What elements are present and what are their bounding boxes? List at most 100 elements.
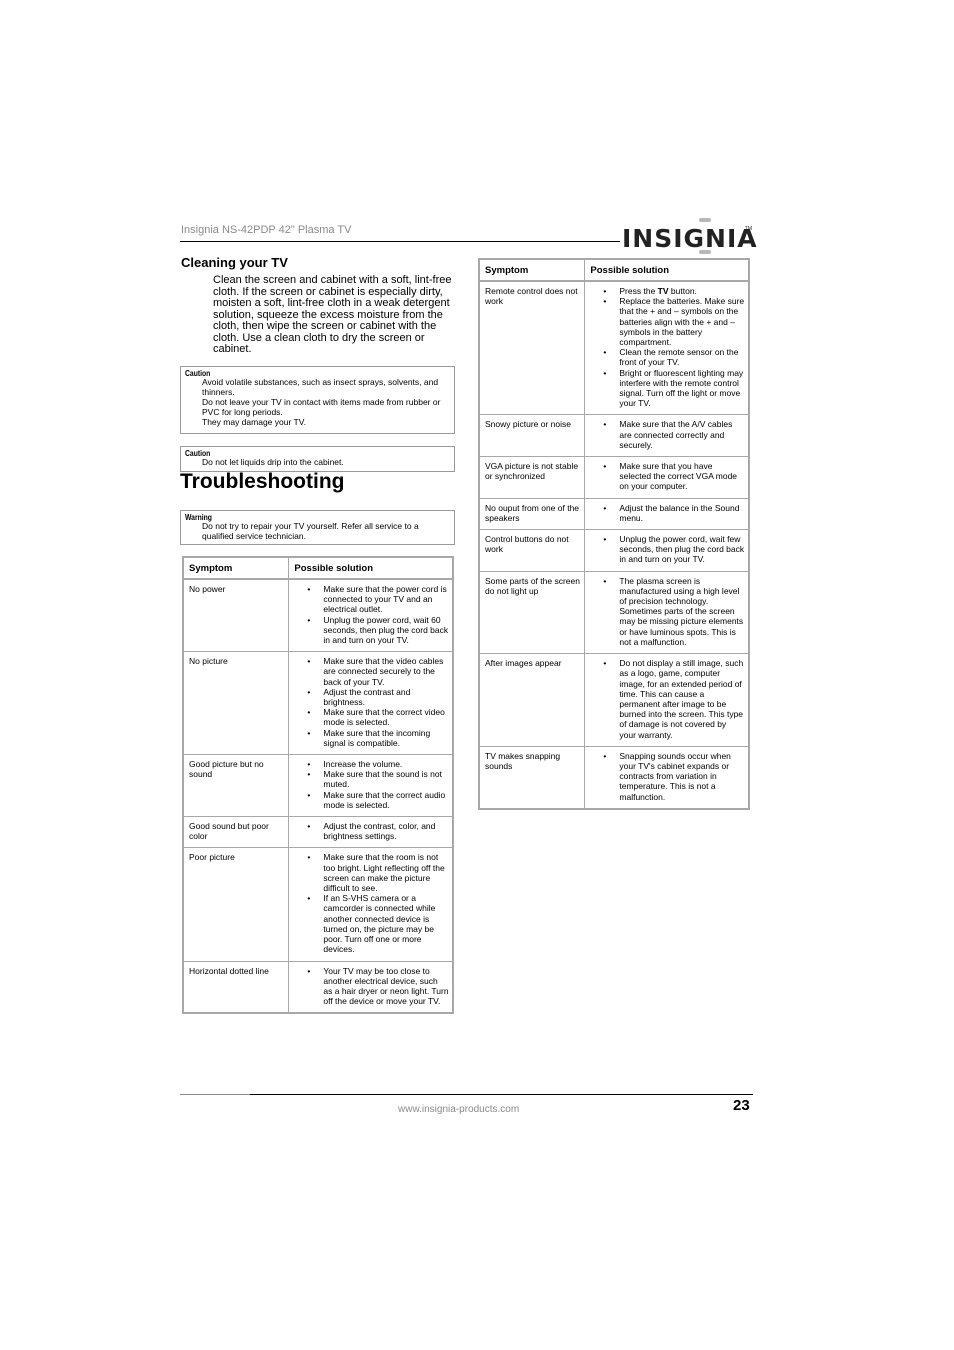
table-row: Remote control does not workPress the TV… bbox=[478, 280, 750, 416]
column-header-symptom: Symptom bbox=[478, 258, 586, 282]
solution-list: Your TV may be too close to another elec… bbox=[294, 966, 449, 1007]
solution-list: Unplug the power cord, wait few seconds,… bbox=[590, 534, 745, 565]
solution-item: Make sure that the A/V cables are connec… bbox=[603, 419, 745, 450]
solution-item: Bright or fluorescent lighting may inter… bbox=[603, 368, 745, 409]
solution-item: Replace the batteries. Make sure that th… bbox=[603, 296, 745, 347]
table-body: Remote control does not workPress the TV… bbox=[478, 280, 750, 810]
symptom-cell: Control buttons do not work bbox=[478, 529, 586, 572]
solution-list: Do not display a still image, such as a … bbox=[590, 658, 745, 740]
table-row: Control buttons do not work Unplug the po… bbox=[478, 529, 750, 572]
solution-list: The plasma screen is manufactured using … bbox=[590, 576, 745, 647]
solution-item: Make sure that the correct audio mode is… bbox=[307, 790, 449, 810]
solution-cell: Increase the volume.Make sure that the s… bbox=[288, 754, 454, 818]
solution-item: If an S-VHS camera or a camcorder is con… bbox=[307, 893, 449, 954]
solution-list: Make sure that the video cables are conn… bbox=[294, 656, 449, 748]
table-row: Snowy picture or noise Make sure that the… bbox=[478, 414, 750, 458]
solution-list: Press the TV button.Replace the batterie… bbox=[590, 286, 745, 408]
solution-cell: Snapping sounds occur when your TV's cab… bbox=[584, 745, 750, 810]
page-number: 23 bbox=[733, 1097, 750, 1114]
solution-item: Unplug the power cord, wait few seconds,… bbox=[603, 534, 745, 565]
logo-accent-top bbox=[699, 218, 711, 222]
warning-note-repair: Warning Do not try to repair your TV you… bbox=[180, 510, 455, 545]
solution-item: Adjust the contrast, color, and brightne… bbox=[307, 821, 449, 841]
solution-item: Make sure that the power cord is connect… bbox=[307, 584, 449, 615]
symptom-cell: Poor picture bbox=[182, 847, 290, 962]
solution-item: Make sure that the video cables are conn… bbox=[307, 656, 449, 687]
solution-item: Adjust the balance in the Sound menu. bbox=[603, 503, 745, 523]
solution-item: Make sure that the incoming signal is co… bbox=[307, 728, 449, 748]
table-row: No power Make sure that the power cord is… bbox=[182, 578, 454, 653]
note-label: Caution bbox=[185, 449, 211, 458]
cleaning-heading: Cleaning your TV bbox=[181, 255, 288, 270]
solution-item: The plasma screen is manufactured using … bbox=[603, 576, 745, 647]
note-line: They may damage your TV. bbox=[202, 417, 306, 427]
table-row: VGA picture is not stable or synchronize… bbox=[478, 456, 750, 499]
symptom-cell: Horizontal dotted line bbox=[182, 960, 290, 1014]
cleaning-paragraph: Clean the screen and cabinet with a soft… bbox=[213, 274, 452, 355]
solution-cell: Do not display a still image, such as a … bbox=[584, 653, 750, 747]
column-header-symptom: Symptom bbox=[182, 556, 290, 580]
symptom-cell: Good sound but poor color bbox=[182, 816, 290, 849]
troubleshooting-table-right: Symptom Possible solution Remote control… bbox=[478, 258, 750, 810]
caution-note-volatile: Caution Avoid volatile substances, such … bbox=[180, 366, 455, 434]
solution-item: Your TV may be too close to another elec… bbox=[307, 966, 449, 1007]
solution-list: Make sure that the room is not too brigh… bbox=[294, 852, 449, 954]
logo-accent-bottom bbox=[699, 250, 711, 254]
table-row: No ouput from one of the speakers Adjust … bbox=[478, 497, 750, 531]
solution-item: Snapping sounds occur when your TV's cab… bbox=[603, 751, 745, 802]
table-body: No power Make sure that the power cord is… bbox=[182, 578, 454, 1014]
solution-list: Adjust the contrast, color, and brightne… bbox=[294, 821, 449, 841]
symptom-cell: Remote control does not work bbox=[478, 280, 586, 416]
solution-cell: Press the TV button.Replace the batterie… bbox=[584, 280, 750, 416]
table-row: After images appearDo not display a stil… bbox=[478, 653, 750, 747]
solution-cell: Unplug the power cord, wait few seconds,… bbox=[584, 529, 750, 572]
solution-item: Make sure that the correct video mode is… bbox=[307, 707, 449, 727]
logo-wordmark: INSIGNIA bbox=[622, 224, 758, 253]
solution-cell: Make sure that you have selected the cor… bbox=[584, 456, 750, 499]
table-row: TV makes snapping sounds Snapping sounds … bbox=[478, 745, 750, 810]
symptom-cell: No ouput from one of the speakers bbox=[478, 497, 586, 531]
symptom-cell: Snowy picture or noise bbox=[478, 414, 586, 458]
symptom-cell: After images appear bbox=[478, 653, 586, 747]
table-header-row: Symptom Possible solution bbox=[478, 258, 750, 282]
solution-item: Make sure that the sound is not muted. bbox=[307, 769, 449, 789]
note-line: Avoid volatile substances, such as insec… bbox=[202, 377, 439, 397]
tv-button-name: TV bbox=[657, 286, 669, 296]
symptom-cell: No picture bbox=[182, 651, 290, 756]
solution-item: Make sure that the room is not too brigh… bbox=[307, 852, 449, 893]
column-header-solution: Possible solution bbox=[584, 258, 750, 282]
solution-cell: Make sure that the power cord is connect… bbox=[288, 578, 454, 653]
troubleshooting-table-left: Symptom Possible solution No power Make s… bbox=[182, 556, 454, 1015]
running-header-title: Insignia NS-42PDP 42" Plasma TV bbox=[181, 224, 352, 236]
solution-list: Increase the volume.Make sure that the s… bbox=[294, 759, 449, 810]
solution-cell: Make sure that the video cables are conn… bbox=[288, 651, 454, 756]
solution-list: Make sure that you have selected the cor… bbox=[590, 461, 745, 492]
table-row: Some parts of the screen do not light up… bbox=[478, 570, 750, 655]
symptom-cell: Good picture but no sound bbox=[182, 754, 290, 818]
symptom-cell: Some parts of the screen do not light up bbox=[478, 570, 586, 655]
solution-item: Make sure that you have selected the cor… bbox=[603, 461, 745, 492]
symptom-cell: No power bbox=[182, 578, 290, 653]
solution-item: Clean the remote sensor on the front of … bbox=[603, 347, 745, 367]
footer-url: www.insignia-products.com bbox=[398, 1104, 520, 1115]
footer-divider bbox=[250, 1094, 753, 1095]
solution-cell: Your TV may be too close to another elec… bbox=[288, 960, 454, 1014]
note-line: Do not try to repair your TV yourself. R… bbox=[202, 521, 419, 541]
solution-item: Adjust the contrast and brightness. bbox=[307, 687, 449, 707]
logo-trademark: TM bbox=[744, 226, 752, 232]
note-label: Warning bbox=[185, 513, 212, 522]
troubleshooting-heading: Troubleshooting bbox=[180, 470, 345, 493]
table-row: Good sound but poor color Adjust the cont… bbox=[182, 816, 454, 849]
table-row: Good picture but no soundIncrease the vo… bbox=[182, 754, 454, 818]
column-header-solution: Possible solution bbox=[288, 556, 454, 580]
insignia-logo: INSIGNIA TM bbox=[622, 218, 757, 254]
solution-cell: Adjust the balance in the Sound menu. bbox=[584, 497, 750, 531]
solution-cell: Make sure that the A/V cables are connec… bbox=[584, 414, 750, 458]
symptom-cell: VGA picture is not stable or synchronize… bbox=[478, 456, 586, 499]
caution-note-liquids: Caution Do not let liquids drip into the… bbox=[180, 446, 455, 472]
solution-item: Unplug the power cord, wait 60 seconds, … bbox=[307, 615, 449, 646]
table-row: Poor picture Make sure that the room is n… bbox=[182, 847, 454, 962]
solution-item: Press the TV button. bbox=[603, 286, 745, 296]
table-row: No picture Make sure that the video cable… bbox=[182, 651, 454, 756]
solution-cell: Adjust the contrast, color, and brightne… bbox=[288, 816, 454, 849]
